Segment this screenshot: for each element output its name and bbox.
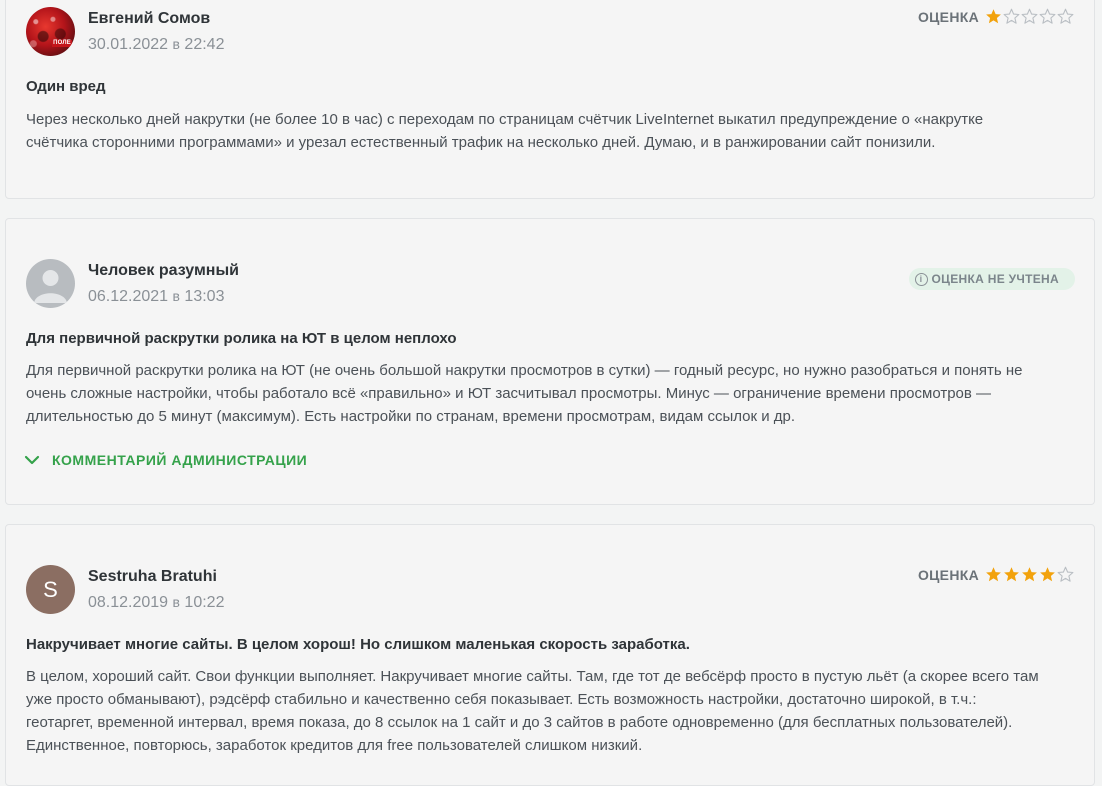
star-empty-icon [1057,8,1074,24]
author-name[interactable]: Евгений Сомов [88,10,210,28]
avatar-photo [26,7,75,56]
admin-comment-toggle[interactable]: КОММЕНТАРИЙ АДМИНИСТРАЦИИ [24,452,307,468]
review-date-day: 08.12.2019 [88,594,169,611]
chevron-down-icon [24,455,40,465]
rating-label: ОЦЕНКА [917,8,979,25]
rating: ОЦЕНКА [918,566,1074,583]
star-empty-icon [1021,8,1038,24]
star-filled-icon [986,9,1001,24]
avatar[interactable] [26,259,75,308]
review-date-day: 06.12.2021 [88,288,169,305]
rating-label: ОЦЕНКА [917,566,979,583]
info-icon: i [914,272,928,286]
avatar-letter: S [43,576,58,602]
rating-stars [985,566,1074,583]
review-date-day: 30.01.2022 [88,36,169,53]
review-date-at: в [172,36,180,52]
review-title: Накручивает многие сайты. В целом хорош!… [26,636,690,653]
rating-stars [985,8,1074,25]
admin-comment-label: КОММЕНТАРИЙ АДМИНИСТРАЦИИ [52,452,308,468]
review-date-time: 10:22 [184,594,225,611]
avatar[interactable]: ПОЛЕ [26,7,75,56]
review-card: Человек разумный 06.12.2021 в 13:03 i ОЦ… [5,218,1095,505]
star-filled-icon [1022,567,1037,582]
review-date: 08.12.2019 в 10:22 [88,594,224,612]
star-filled-icon [1004,567,1019,582]
rating: ОЦЕНКА [918,8,1074,25]
review-date-time: 13:03 [184,288,225,305]
avatar-logo: ПОЛЕ [52,40,72,47]
review-title: Для первичной раскрутки ролика на ЮТ в ц… [26,330,457,347]
review-date: 06.12.2021 в 13:03 [88,288,224,306]
review-date-at: в [172,594,180,610]
review-title: Один вред [26,78,106,95]
review-date: 30.01.2022 в 22:42 [88,36,224,54]
review-card: ПОЛЕ Евгений Сомов 30.01.2022 в 22:42 ОЦ… [5,0,1095,199]
review-body: Через несколько дней накрутки (не более … [26,111,984,151]
star-filled-icon [1040,567,1055,582]
star-empty-icon [1039,8,1056,24]
author-name[interactable]: Человек разумный [88,262,239,280]
review-date-at: в [172,288,180,304]
review-card: S Sestruha Bratuhi 08.12.2019 в 10:22 ОЦ… [5,524,1095,786]
author-name[interactable]: Sestruha Bratuhi [88,568,217,586]
rating-not-counted-badge: i ОЦЕНКА НЕ УЧТЕНА [908,268,1075,290]
badge-label: ОЦЕНКА НЕ УЧТЕНА [931,272,1059,286]
user-silhouette-icon [34,270,67,303]
star-filled-icon [986,567,1001,582]
avatar[interactable]: S [26,565,75,614]
star-empty-icon [1003,8,1020,24]
review-body: Для первичной раскрутки ролика на ЮТ (не… [26,362,1023,425]
star-empty-icon [1057,566,1074,582]
review-body: В целом, хороший сайт. Свои функции выпо… [26,668,1039,754]
review-date-time: 22:42 [184,36,225,53]
